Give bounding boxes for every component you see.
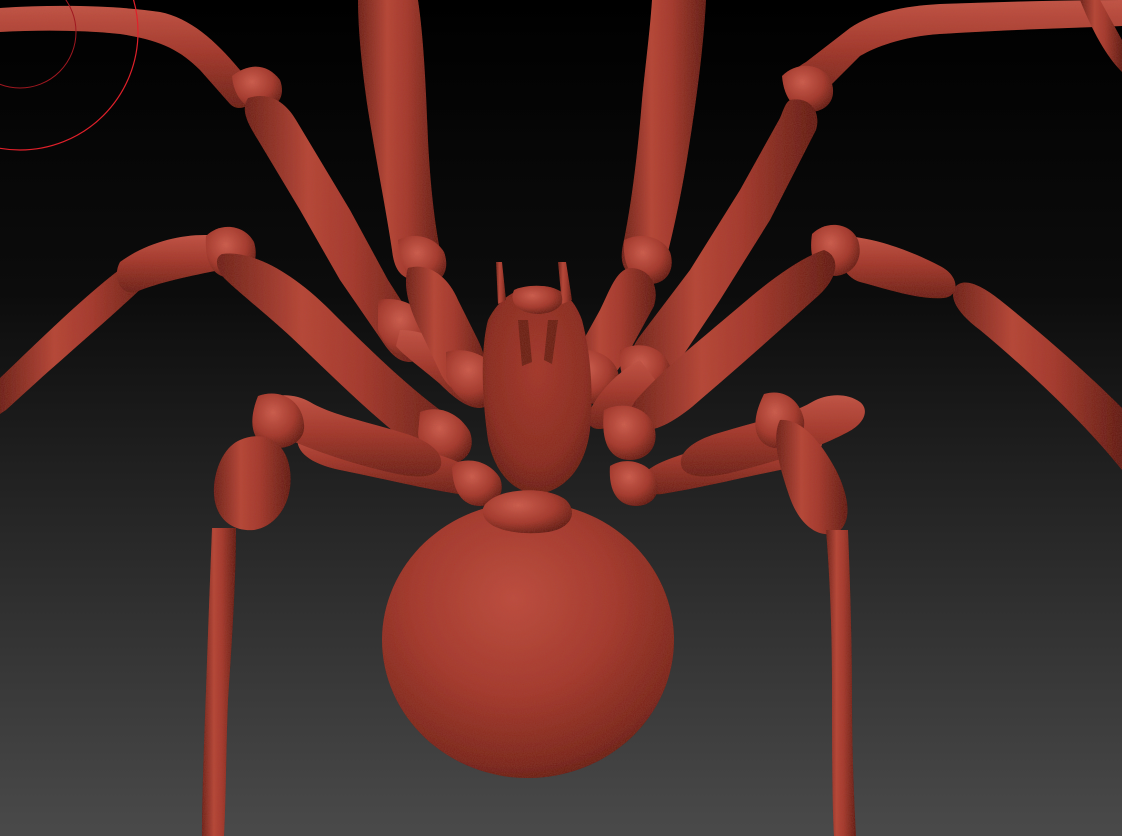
sculpt-viewport[interactable] bbox=[0, 0, 1122, 836]
spider-pedicel bbox=[482, 490, 572, 534]
spider-abdomen[interactable] bbox=[382, 502, 674, 778]
viewport-canvas[interactable] bbox=[0, 0, 1122, 836]
